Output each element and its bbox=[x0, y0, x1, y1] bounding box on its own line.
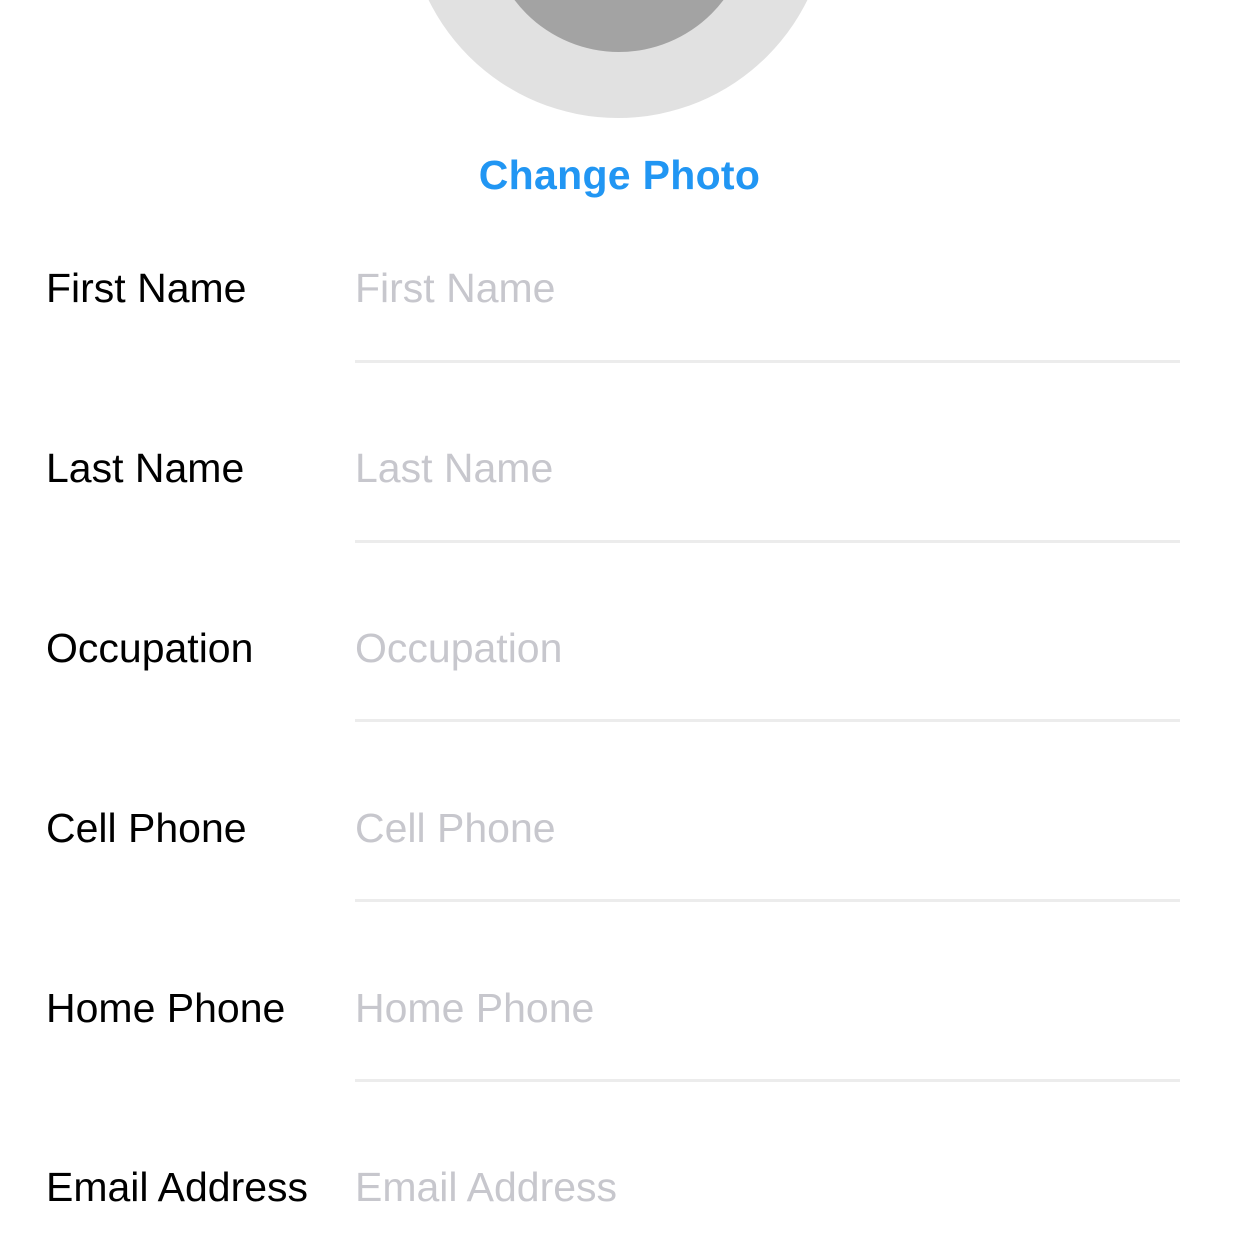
home-phone-input[interactable] bbox=[355, 978, 1180, 1038]
occupation-input[interactable] bbox=[355, 618, 1180, 678]
form-row-occupation: Occupation bbox=[0, 618, 1239, 678]
home-phone-divider bbox=[355, 1079, 1180, 1082]
last-name-input[interactable] bbox=[355, 438, 1180, 498]
form-row-home-phone: Home Phone bbox=[0, 978, 1239, 1038]
form-row-first-name: First Name bbox=[0, 258, 1239, 318]
cell-phone-label: Cell Phone bbox=[46, 805, 247, 851]
last-name-divider bbox=[355, 540, 1180, 543]
home-phone-label: Home Phone bbox=[46, 985, 286, 1031]
form-row-last-name: Last Name bbox=[0, 438, 1239, 498]
form-row-cell-phone: Cell Phone bbox=[0, 798, 1239, 858]
first-name-divider bbox=[355, 360, 1180, 363]
form-row-email-address: Email Address bbox=[0, 1157, 1239, 1217]
email-address-input[interactable] bbox=[355, 1157, 1180, 1217]
occupation-divider bbox=[355, 719, 1180, 722]
cell-phone-divider bbox=[355, 899, 1180, 902]
first-name-label: First Name bbox=[46, 265, 247, 311]
cell-phone-input[interactable] bbox=[355, 798, 1180, 858]
last-name-label: Last Name bbox=[46, 445, 245, 491]
first-name-input[interactable] bbox=[355, 258, 1180, 318]
change-photo-button[interactable]: Change Photo bbox=[0, 150, 1239, 200]
email-address-label: Email Address bbox=[46, 1164, 309, 1210]
occupation-label: Occupation bbox=[46, 625, 254, 671]
